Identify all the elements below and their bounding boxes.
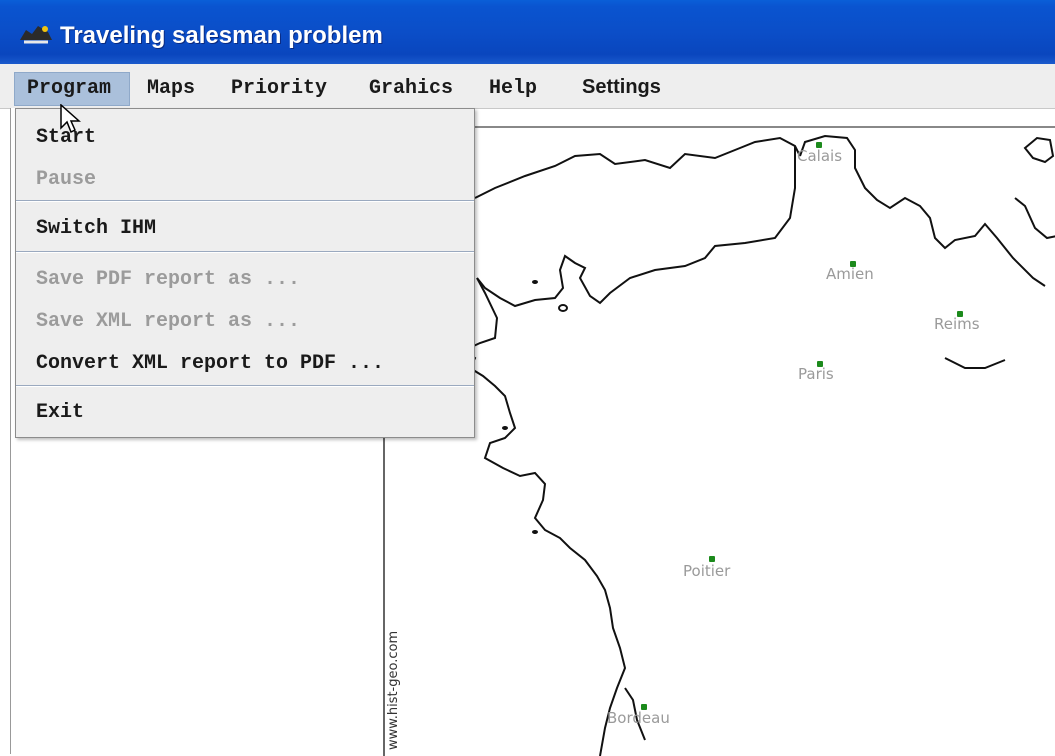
city-label-bordeau: Bordeau (607, 709, 670, 727)
city-label-amien: Amien (826, 265, 874, 283)
menu-maps[interactable]: Maps (147, 76, 195, 102)
city-label-calais: Calais (797, 147, 843, 165)
map-panel[interactable] (383, 126, 1055, 756)
menu-item-save-pdf: Save PDF report as ... (36, 268, 301, 291)
france-map (463, 134, 1055, 756)
menu-graphics[interactable]: Grahics (369, 76, 453, 102)
menu-item-exit[interactable]: Exit (36, 401, 84, 424)
menu-program[interactable]: Program (14, 72, 130, 106)
menu-priority[interactable]: Priority (231, 76, 327, 102)
program-menu-dropdown: Start Pause Switch IHM Save PDF report a… (15, 108, 475, 438)
city-label-paris: Paris (798, 365, 834, 383)
menu-item-convert-xml[interactable]: Convert XML report to PDF ... (36, 352, 384, 375)
menu-separator (16, 200, 474, 202)
map-credit: www.hist-geo.com (386, 630, 401, 750)
window-title: Traveling salesman problem (60, 22, 383, 49)
menu-item-pause: Pause (36, 168, 97, 191)
menu-separator (16, 385, 474, 387)
menu-item-save-xml: Save XML report as ... (36, 310, 301, 333)
menu-separator (16, 251, 474, 253)
city-label-poitier: Poitier (683, 562, 731, 580)
mouse-cursor-icon (60, 104, 81, 134)
menu-help[interactable]: Help (489, 76, 537, 102)
app-icon (20, 26, 52, 44)
city-label-reims: Reims (934, 315, 980, 333)
menu-item-switch-ihm[interactable]: Switch IHM (36, 217, 156, 240)
menu-settings[interactable]: Settings (582, 74, 661, 100)
title-bar: Traveling salesman problem (0, 0, 1055, 64)
